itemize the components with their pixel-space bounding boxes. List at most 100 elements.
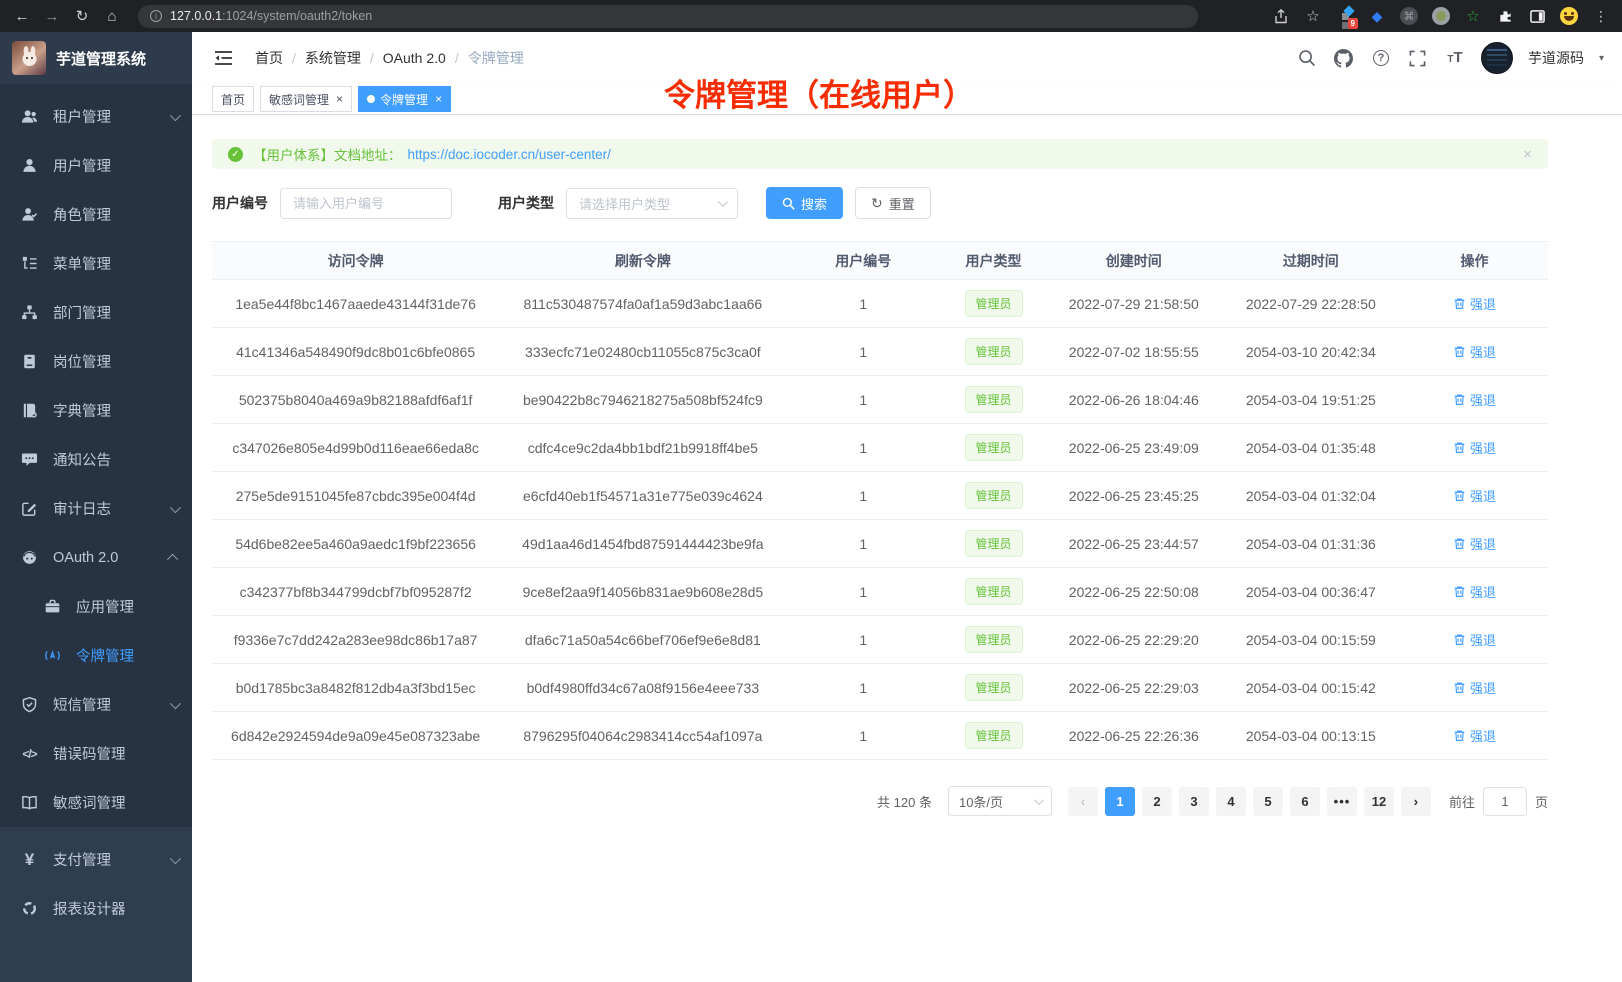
reset-button[interactable]: ↻ 重置 (855, 187, 931, 219)
page-button-4[interactable]: 4 (1216, 787, 1246, 816)
prev-page-button[interactable]: ‹ (1068, 787, 1098, 816)
profile-avatar-icon[interactable] (1558, 5, 1580, 27)
cell-user-id: 1 (786, 712, 940, 760)
force-logout-button[interactable]: 强退 (1453, 390, 1496, 409)
breadcrumb-separator: / (370, 50, 374, 66)
search-button[interactable]: 搜索 (766, 187, 843, 219)
cell-refresh-token: 8796295f04064c2983414cc54af1097a (499, 712, 786, 760)
sidebar-collapse-icon[interactable] (214, 50, 233, 66)
gem-extension-icon[interactable]: ◆ (1366, 5, 1388, 27)
app-shell: 芋道管理系统 租户管理 用户管理 角色管理 菜单管理 部门管理 岗位管理 字典管… (0, 32, 1622, 982)
goto-label: 前往 (1449, 792, 1475, 811)
alert-doc-link[interactable]: https://doc.iocoder.cn/user-center/ (408, 147, 611, 162)
user-avatar[interactable] (1481, 42, 1513, 74)
share-icon[interactable] (1270, 5, 1292, 27)
sidebar-item-oauth2-token[interactable]: 令牌管理 (0, 631, 192, 680)
sidebar-item-report-designer[interactable]: 报表设计器 (0, 884, 192, 933)
user-name[interactable]: 芋道源码 (1528, 48, 1584, 68)
refresh-icon: ↻ (871, 196, 883, 210)
puzzle-extension-icon[interactable] (1494, 5, 1516, 27)
sidebar-item-post[interactable]: 岗位管理 (0, 337, 192, 386)
tab-close-icon[interactable]: × (435, 92, 442, 106)
cell-created-time: 2022-07-29 21:58:50 (1047, 280, 1221, 328)
force-logout-button[interactable]: 强退 (1453, 534, 1496, 553)
breadcrumb-item[interactable]: OAuth 2.0 (383, 50, 446, 66)
user-type-badge: 管理员 (965, 722, 1023, 749)
sidebar-item-role[interactable]: 角色管理 (0, 190, 192, 239)
recorder-extension-icon[interactable] (1430, 5, 1452, 27)
back-icon[interactable]: ← (10, 4, 34, 28)
user-type-select[interactable]: 请选择用户类型 (566, 188, 738, 219)
token-icon (44, 647, 61, 664)
font-size-icon[interactable]: TT (1444, 47, 1466, 69)
user-id-input[interactable] (280, 188, 452, 219)
alert-text: 【用户体系】文档地址： (253, 144, 402, 164)
page-size-select[interactable]: 10条/页 (948, 786, 1052, 816)
goto-page-input[interactable] (1483, 787, 1527, 816)
sidebar-item-audit-log[interactable]: 审计日志 (0, 484, 192, 533)
reload-icon[interactable]: ↻ (70, 4, 94, 28)
help-icon[interactable]: ? (1370, 47, 1392, 69)
sidebar-item-pay[interactable]: ¥ 支付管理 (0, 835, 192, 884)
sidebar-item-dept[interactable]: 部门管理 (0, 288, 192, 337)
user-menu-caret-icon[interactable]: ▾ (1599, 53, 1604, 64)
command-extension-icon[interactable]: ⌘ (1398, 5, 1420, 27)
force-logout-button[interactable]: 强退 (1453, 342, 1496, 361)
star-extension-icon[interactable]: ☆ (1462, 5, 1484, 27)
sidebar-item-tenant[interactable]: 租户管理 (0, 92, 192, 141)
forward-icon[interactable]: → (40, 4, 64, 28)
page-button-12[interactable]: 12 (1364, 787, 1394, 816)
fullscreen-icon[interactable] (1407, 47, 1429, 69)
more-pages-button[interactable]: ••• (1327, 787, 1357, 816)
search-icon (782, 197, 795, 210)
sidebar-item-menu[interactable]: 菜单管理 (0, 239, 192, 288)
sidepanel-icon[interactable] (1526, 5, 1548, 27)
tab-敏感词管理[interactable]: 敏感词管理× (260, 86, 352, 112)
cell-access-token: 54d6be82ee5a460a9aedc1f9bf223656 (212, 520, 499, 568)
tab-首页[interactable]: 首页 (212, 86, 254, 112)
page-button-6[interactable]: 6 (1290, 787, 1320, 816)
force-logout-button[interactable]: 强退 (1453, 726, 1496, 745)
github-icon[interactable] (1333, 47, 1355, 69)
home-icon[interactable]: ⌂ (100, 4, 124, 28)
sidebar-item-user[interactable]: 用户管理 (0, 141, 192, 190)
address-bar[interactable]: i 127.0.0.1:1024/system/oauth2/token (138, 5, 1198, 28)
next-page-button[interactable]: › (1401, 787, 1431, 816)
force-logout-button[interactable]: 强退 (1453, 582, 1496, 601)
alert-close-icon[interactable]: × (1523, 146, 1532, 163)
breadcrumb-item[interactable]: 系统管理 (305, 48, 361, 68)
sidebar-item-sms[interactable]: 短信管理 (0, 680, 192, 729)
page-button-3[interactable]: 3 (1179, 787, 1209, 816)
sidebar-item-oauth2-app[interactable]: 应用管理 (0, 582, 192, 631)
role-icon (21, 206, 38, 223)
pin-extension-icon[interactable]: 9 (1334, 5, 1356, 27)
table-row: 41c41346a548490f9dc8b01c6bfe0865 333ecfc… (212, 328, 1548, 376)
site-info-icon[interactable]: i (150, 10, 162, 22)
page-button-5[interactable]: 5 (1253, 787, 1283, 816)
search-icon[interactable] (1296, 47, 1318, 69)
oauth-icon (21, 549, 38, 566)
app-logo[interactable]: 芋道管理系统 (0, 32, 192, 84)
sensitive-icon (21, 794, 38, 811)
sidebar-item-dict[interactable]: 字典管理 (0, 386, 192, 435)
force-logout-button[interactable]: 强退 (1453, 438, 1496, 457)
force-logout-button[interactable]: 强退 (1453, 678, 1496, 697)
bookmark-star-icon[interactable]: ☆ (1302, 5, 1324, 27)
force-logout-button[interactable]: 强退 (1453, 294, 1496, 313)
user-icon (21, 157, 38, 174)
sidebar-item-sensitive-word[interactable]: 敏感词管理 (0, 778, 192, 827)
force-logout-button[interactable]: 强退 (1453, 486, 1496, 505)
cell-created-time: 2022-07-02 18:55:55 (1047, 328, 1221, 376)
tab-close-icon[interactable]: × (336, 92, 343, 106)
browser-menu-icon[interactable]: ⋮ (1590, 5, 1612, 27)
page-button-1[interactable]: 1 (1105, 787, 1135, 816)
sidebar-item-notice[interactable]: 通知公告 (0, 435, 192, 484)
sidebar-item-error-code[interactable]: </> 错误码管理 (0, 729, 192, 778)
tab-令牌管理[interactable]: 令牌管理× (358, 86, 451, 112)
page-button-2[interactable]: 2 (1142, 787, 1172, 816)
table-row: 502375b8040a469a9b82188afdf6af1f be90422… (212, 376, 1548, 424)
cell-access-token: 6d842e2924594de9a09e45e087323abe (212, 712, 499, 760)
force-logout-button[interactable]: 强退 (1453, 630, 1496, 649)
breadcrumb-item[interactable]: 首页 (255, 48, 283, 68)
sidebar-item-oauth2[interactable]: OAuth 2.0 (0, 533, 192, 582)
